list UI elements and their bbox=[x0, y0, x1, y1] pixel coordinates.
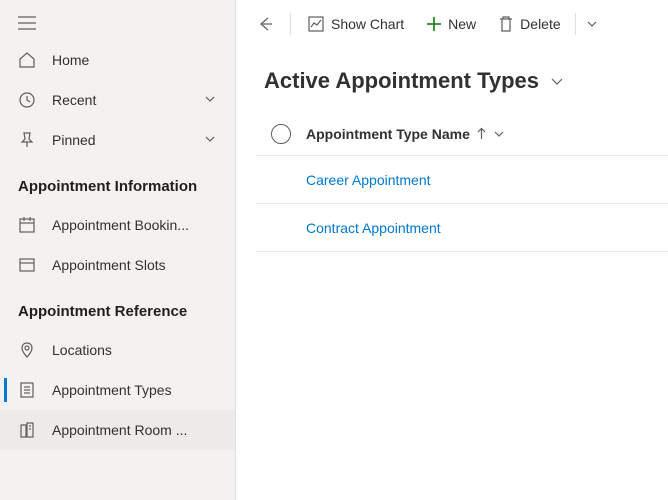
table-row[interactable]: Contract Appointment bbox=[256, 204, 668, 252]
select-all-circle-icon bbox=[271, 124, 291, 144]
record-link[interactable]: Contract Appointment bbox=[306, 220, 441, 236]
trash-icon bbox=[498, 15, 514, 33]
column-header-label: Appointment Type Name bbox=[306, 126, 470, 142]
sidebar-group-appointment-reference: Appointment Reference bbox=[0, 285, 235, 330]
chevron-down-icon bbox=[586, 18, 598, 30]
sidebar-item-appointment-room[interactable]: Appointment Room ... bbox=[0, 410, 235, 450]
show-chart-button[interactable]: Show Chart bbox=[297, 6, 414, 42]
hamburger-icon bbox=[18, 16, 36, 30]
home-icon bbox=[18, 51, 36, 69]
main-content: Show Chart New Delete Active Appointment… bbox=[236, 0, 668, 500]
chevron-down-icon bbox=[493, 128, 505, 140]
sidebar-item-label: Home bbox=[52, 52, 219, 68]
sidebar-item-label: Recent bbox=[52, 92, 203, 108]
plus-icon bbox=[426, 16, 442, 32]
sidebar-item-label: Pinned bbox=[52, 132, 203, 148]
sidebar-item-appointment-booking[interactable]: Appointment Bookin... bbox=[0, 205, 235, 245]
pin-icon bbox=[18, 131, 36, 149]
sidebar: Home Recent Pinned Appointment Informati… bbox=[0, 0, 236, 500]
sidebar-item-label: Appointment Room ... bbox=[52, 422, 219, 438]
sidebar-item-locations[interactable]: Locations bbox=[0, 330, 235, 370]
view-selector[interactable]: Active Appointment Types bbox=[236, 48, 668, 112]
sidebar-item-label: Appointment Slots bbox=[52, 257, 219, 273]
sidebar-item-appointment-slots[interactable]: Appointment Slots bbox=[0, 245, 235, 285]
sidebar-item-label: Appointment Types bbox=[52, 382, 219, 398]
clock-icon bbox=[18, 91, 36, 109]
data-grid: Appointment Type Name Career Appointment… bbox=[236, 112, 668, 252]
column-header-name[interactable]: Appointment Type Name bbox=[306, 126, 668, 142]
divider bbox=[575, 13, 576, 35]
sidebar-item-recent[interactable]: Recent bbox=[0, 80, 235, 120]
new-button[interactable]: New bbox=[416, 6, 486, 42]
delete-label: Delete bbox=[520, 16, 560, 32]
calendar-icon bbox=[18, 216, 36, 234]
sidebar-item-label: Locations bbox=[52, 342, 219, 358]
divider bbox=[290, 13, 291, 35]
command-bar: Show Chart New Delete bbox=[236, 0, 668, 48]
chevron-down-icon bbox=[203, 92, 219, 109]
chevron-down-icon bbox=[203, 132, 219, 149]
sidebar-item-home[interactable]: Home bbox=[0, 40, 235, 80]
hamburger-button[interactable] bbox=[0, 6, 235, 40]
slots-icon bbox=[18, 256, 36, 274]
page-title: Active Appointment Types bbox=[264, 68, 539, 94]
delete-split-button: Delete bbox=[488, 6, 603, 42]
grid-header-row: Appointment Type Name bbox=[256, 112, 668, 156]
record-link[interactable]: Career Appointment bbox=[306, 172, 431, 188]
back-button[interactable] bbox=[246, 6, 284, 42]
back-arrow-icon bbox=[256, 15, 274, 33]
chevron-down-icon bbox=[549, 73, 565, 89]
new-label: New bbox=[448, 16, 476, 32]
list-icon bbox=[18, 381, 36, 399]
delete-button[interactable]: Delete bbox=[488, 6, 570, 42]
delete-dropdown-button[interactable] bbox=[580, 6, 604, 42]
show-chart-label: Show Chart bbox=[331, 16, 404, 32]
location-icon bbox=[18, 341, 36, 359]
sidebar-group-appointment-information: Appointment Information bbox=[0, 160, 235, 205]
building-icon bbox=[18, 421, 36, 439]
sidebar-item-pinned[interactable]: Pinned bbox=[0, 120, 235, 160]
table-row[interactable]: Career Appointment bbox=[256, 156, 668, 204]
sidebar-item-appointment-types[interactable]: Appointment Types bbox=[0, 370, 235, 410]
sidebar-item-label: Appointment Bookin... bbox=[52, 217, 219, 233]
select-all-cell[interactable] bbox=[256, 124, 306, 144]
chart-icon bbox=[307, 15, 325, 33]
sort-asc-icon bbox=[476, 127, 487, 141]
